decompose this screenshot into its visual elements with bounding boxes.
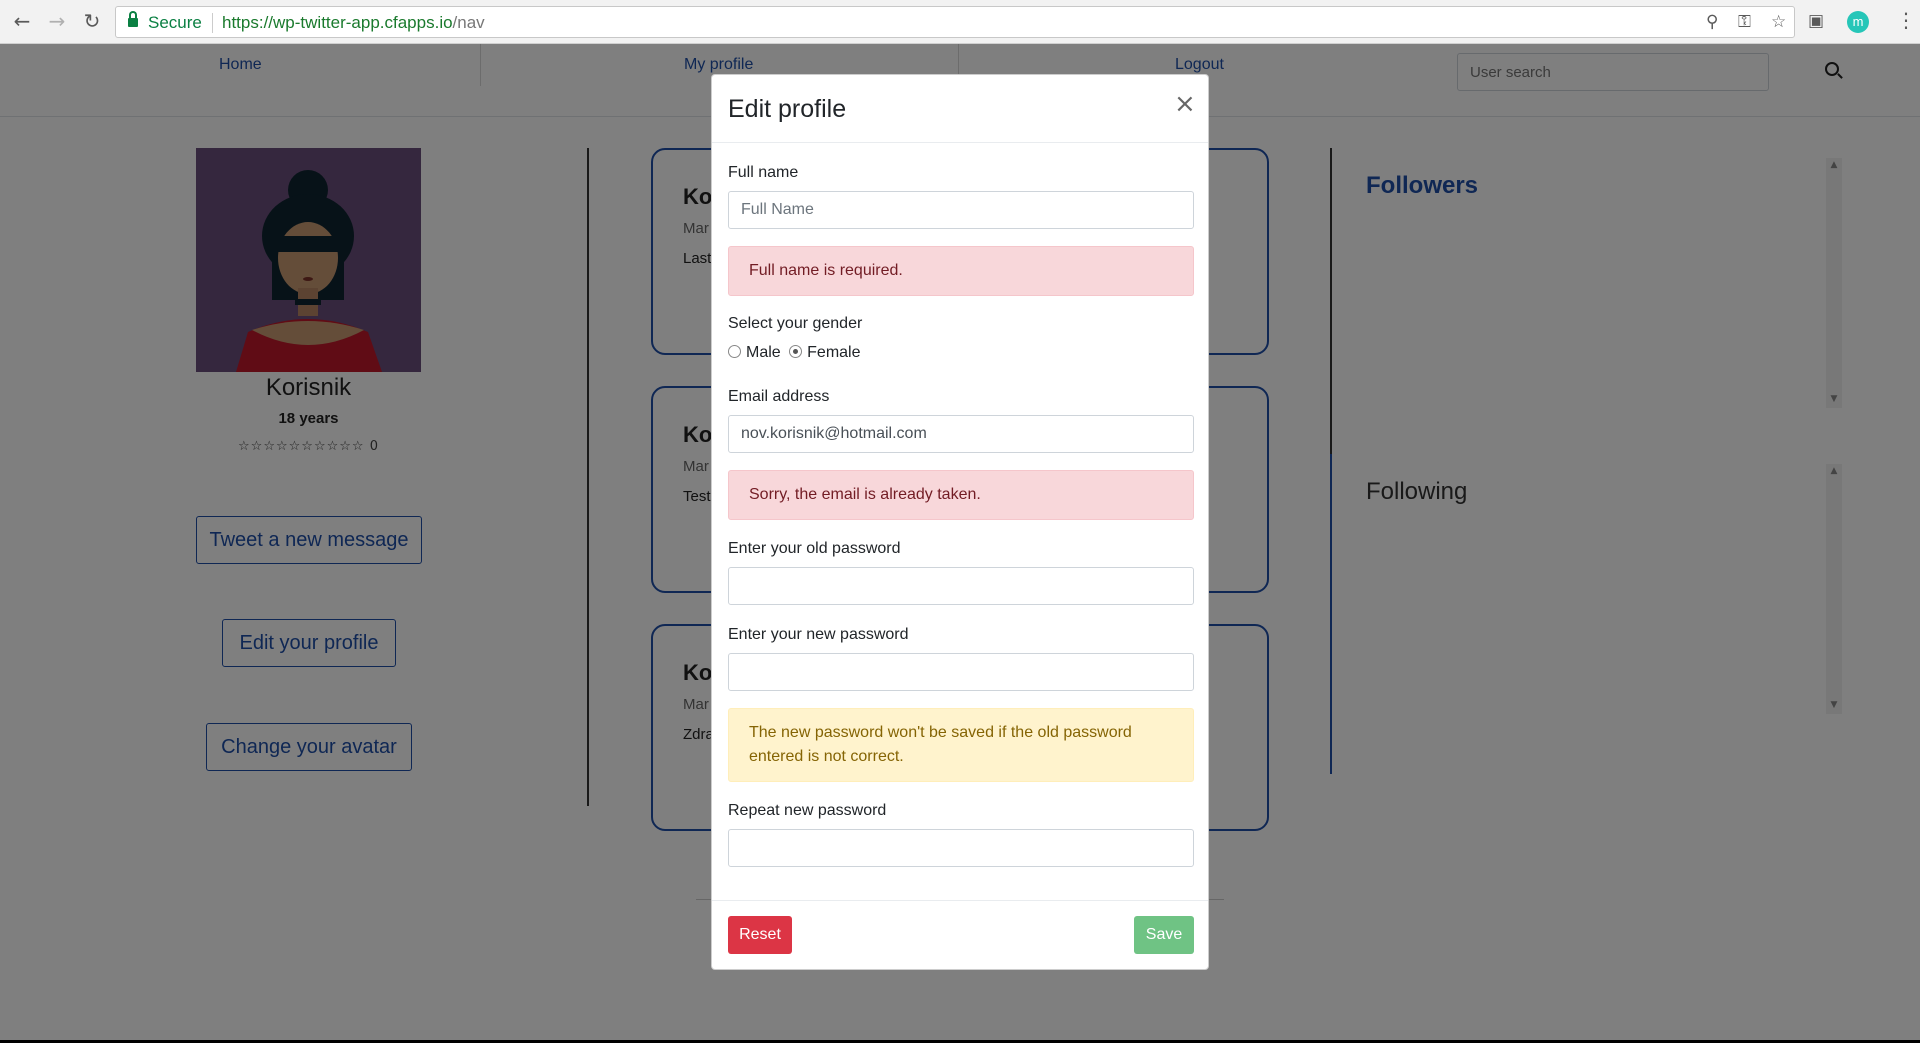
email-input[interactable]: [728, 415, 1194, 453]
star-icon[interactable]: ☆: [1771, 12, 1786, 32]
edit-profile-modal: Edit profile × Full name Full name is re…: [711, 74, 1209, 970]
reload-icon[interactable]: ↻: [80, 9, 104, 33]
full-name-input[interactable]: [728, 191, 1194, 229]
url-path: /nav: [452, 13, 485, 32]
url-separator: [212, 13, 213, 33]
forward-arrow-icon[interactable]: →: [45, 9, 69, 33]
repeat-password-input[interactable]: [728, 829, 1194, 867]
url-host: https://wp-twitter-app.cfapps.io: [222, 13, 453, 32]
back-arrow-icon[interactable]: ←: [10, 9, 34, 33]
lock-icon: [128, 11, 138, 28]
extension-icon[interactable]: ▣: [1808, 11, 1824, 31]
modal-header: Edit profile ×: [712, 75, 1208, 143]
repeat-password-label: Repeat new password: [728, 802, 887, 819]
new-password-label: Enter your new password: [728, 626, 909, 643]
secure-label: Secure: [148, 13, 202, 32]
reset-button[interactable]: Reset: [728, 916, 792, 954]
close-icon[interactable]: ×: [1174, 91, 1196, 117]
email-error-alert: Sorry, the email is already taken.: [728, 470, 1194, 520]
old-password-input[interactable]: [728, 567, 1194, 605]
address-bar[interactable]: Secure https://wp-twitter-app.cfapps.io/…: [115, 6, 1795, 38]
gender-female-label[interactable]: Female: [807, 344, 860, 361]
save-button[interactable]: Save: [1134, 916, 1194, 954]
old-password-label: Enter your old password: [728, 540, 901, 557]
browser-menu-icon[interactable]: ⋮: [1896, 8, 1916, 32]
modal-footer-divider: [712, 900, 1208, 901]
email-label: Email address: [728, 388, 830, 405]
url-text[interactable]: https://wp-twitter-app.cfapps.io/nav: [222, 13, 485, 33]
gender-female-radio[interactable]: [789, 345, 803, 358]
browser-toolbar: ← → ↻ Secure https://wp-twitter-app.cfap…: [0, 0, 1920, 44]
browser-profile-avatar[interactable]: m: [1847, 11, 1869, 33]
zoom-icon[interactable]: ⚲: [1706, 12, 1718, 32]
password-warning-alert: The new password won't be saved if the o…: [728, 708, 1194, 782]
gender-label: Select your gender: [728, 315, 863, 332]
full-name-error-alert: Full name is required.: [728, 246, 1194, 296]
modal-title: Edit profile: [728, 95, 847, 123]
key-icon[interactable]: ⚿: [1738, 12, 1751, 32]
gender-radio-group: Male Female: [728, 344, 865, 362]
gender-male-radio[interactable]: [728, 345, 741, 358]
full-name-label: Full name: [728, 164, 799, 181]
new-password-input[interactable]: [728, 653, 1194, 691]
gender-male-label[interactable]: Male: [746, 344, 781, 361]
